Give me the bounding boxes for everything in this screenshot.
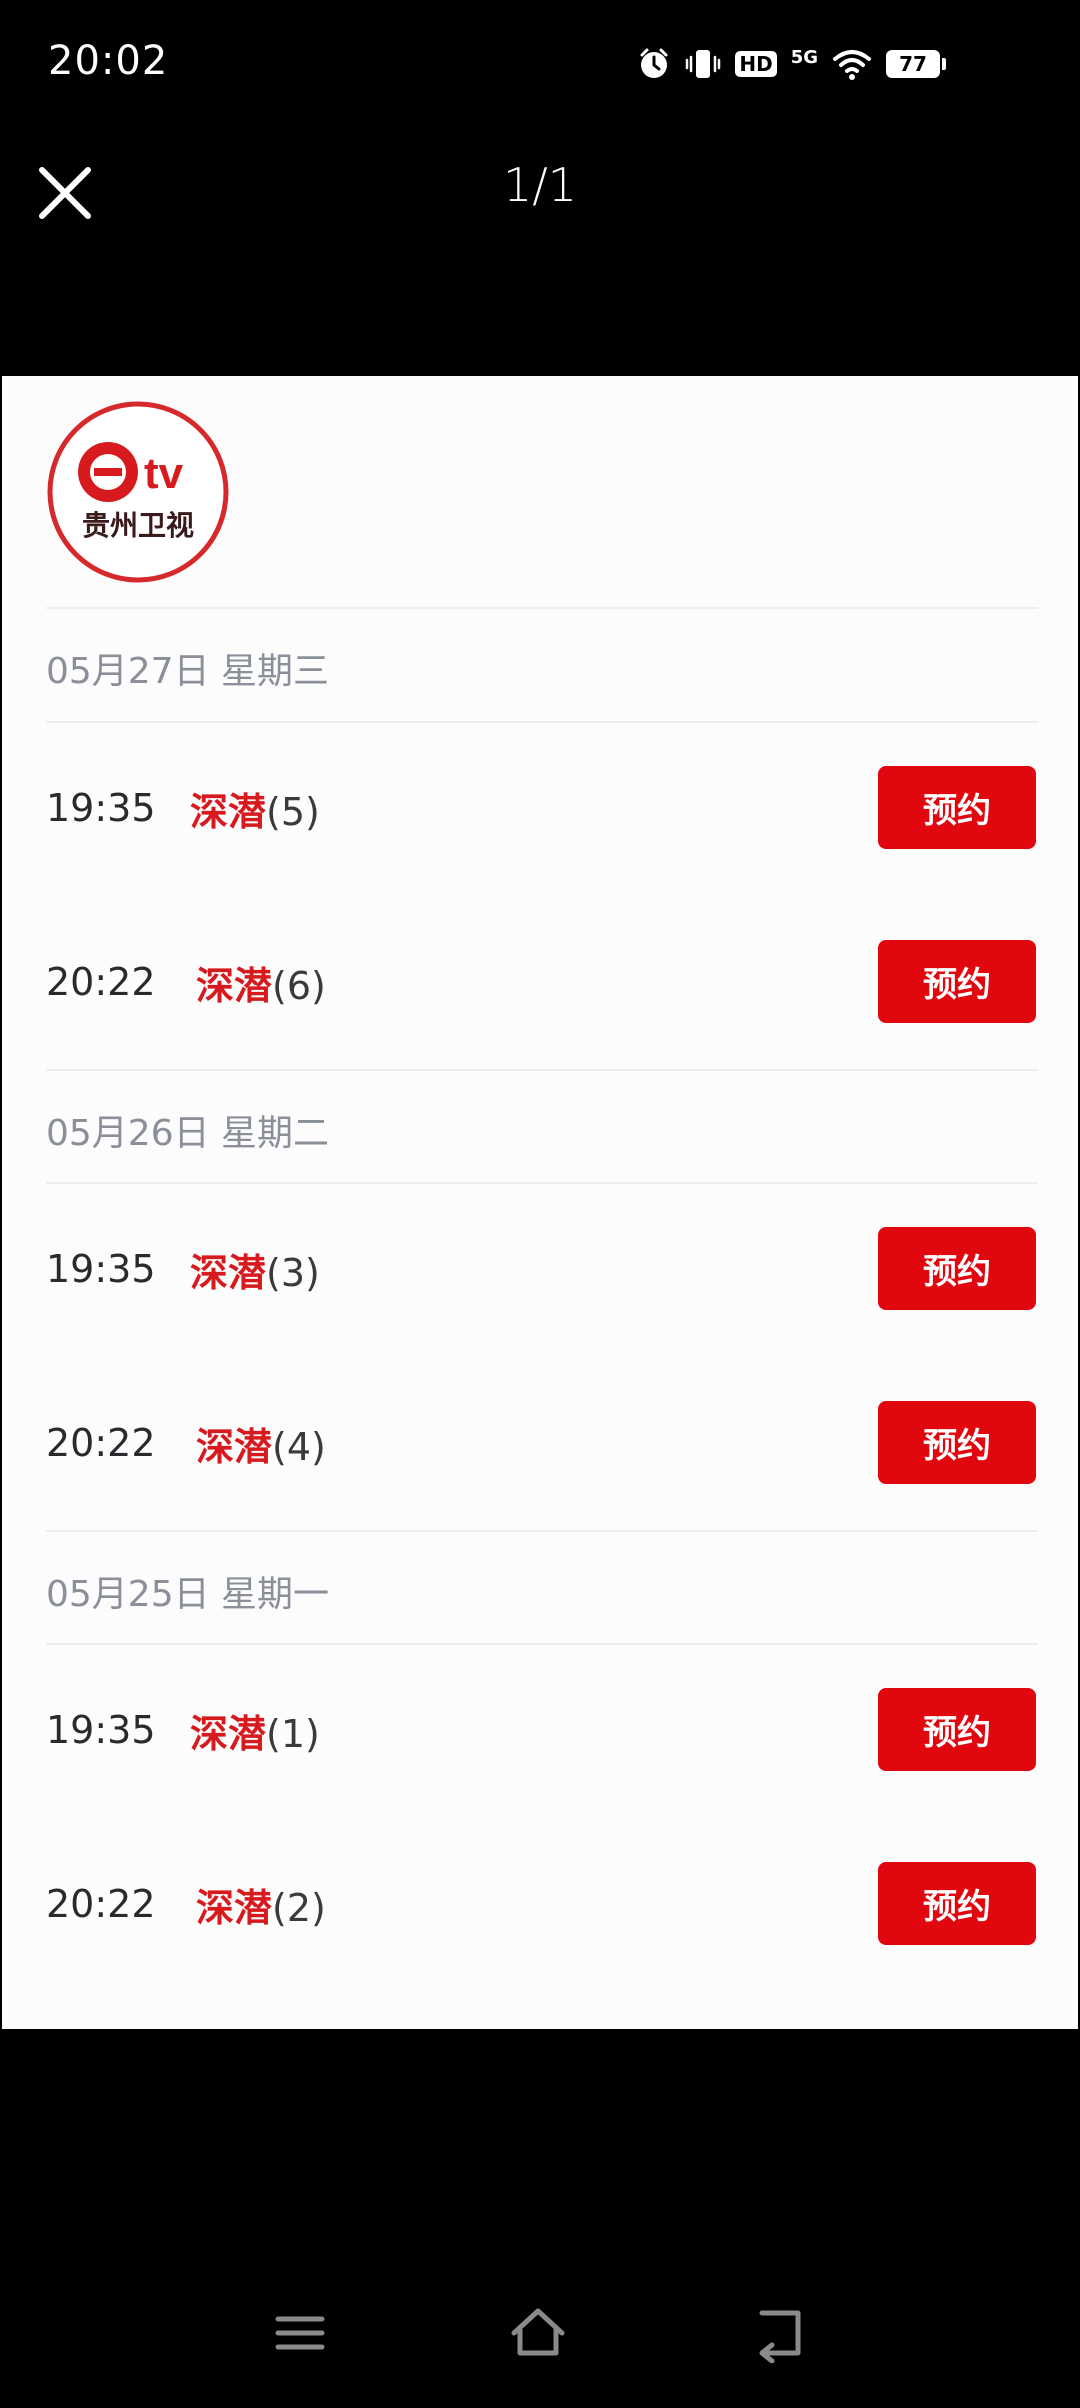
home-icon[interactable] [508,2303,568,2363]
program-title: 深潜(6) [196,955,326,1010]
reserve-button[interactable]: 预约 [878,1227,1036,1310]
program-title: 深潜(4) [196,1416,326,1471]
schedule-image: tv 贵州卫视 05月27日 星期三 19:35 深潜(5) 预约 20:22 … [2,376,1078,2029]
viewer-header: 1/1 [0,130,1080,250]
program-time: 19:35 [46,786,156,830]
program-title: 深潜(1) [190,1703,320,1758]
reserve-button[interactable]: 预约 [878,766,1036,849]
date-header: 05月27日 星期三 [46,651,330,692]
program-episode: (4) [272,1425,326,1469]
program-time: 20:22 [46,1882,156,1926]
navigation-bar [0,2258,1080,2408]
page-indicator: 1/1 [502,158,578,212]
date-header: 05月26日 星期二 [46,1113,330,1154]
divider [46,1530,1038,1532]
reserve-button[interactable]: 预约 [878,1688,1036,1771]
program-time: 20:22 [46,1421,156,1465]
svg-text:贵州卫视: 贵州卫视 [82,509,194,542]
program-name: 深潜 [196,964,273,1008]
reserve-button[interactable]: 预约 [878,1862,1036,1945]
vibrate-icon [686,50,721,78]
alarm-icon [640,48,668,78]
divider [46,607,1038,609]
program-title: 深潜(5) [190,781,320,836]
guizhou-tv-logo: tv 贵州卫视 [47,401,229,583]
status-icons: HD 5G 77 [637,40,946,88]
program-time: 19:35 [46,1247,156,1291]
program-name: 深潜 [196,1886,273,1930]
battery-icon: 77 [886,50,946,78]
date-header: 05月25日 星期一 [46,1574,330,1615]
program-episode: (5) [266,790,320,834]
wifi-icon [833,50,871,80]
program-name: 深潜 [190,790,267,834]
program-name: 深潜 [196,1425,273,1469]
back-icon[interactable] [748,2303,808,2363]
program-title: 深潜(2) [196,1877,326,1932]
program-time: 19:35 [46,1708,156,1752]
divider [46,1069,1038,1071]
reserve-button[interactable]: 预约 [878,940,1036,1023]
svg-text:tv: tv [144,449,184,498]
program-title: 深潜(3) [190,1242,320,1297]
program-episode: (3) [266,1251,320,1295]
divider [46,721,1038,723]
status-time: 20:02 [48,38,169,84]
program-time: 20:22 [46,960,156,1004]
hd-icon: HD [735,51,777,77]
program-episode: (6) [272,964,326,1008]
program-episode: (2) [272,1886,326,1930]
divider [46,1643,1038,1645]
battery-level: 77 [899,52,927,76]
status-bar: 20:02 HD 5G 77 [0,0,1080,130]
divider [46,1182,1038,1184]
menu-icon[interactable] [270,2303,330,2363]
reserve-button[interactable]: 预约 [878,1401,1036,1484]
program-episode: (1) [266,1712,320,1756]
program-name: 深潜 [190,1712,267,1756]
signal-icon: 5G [790,46,818,68]
program-name: 深潜 [190,1251,267,1295]
